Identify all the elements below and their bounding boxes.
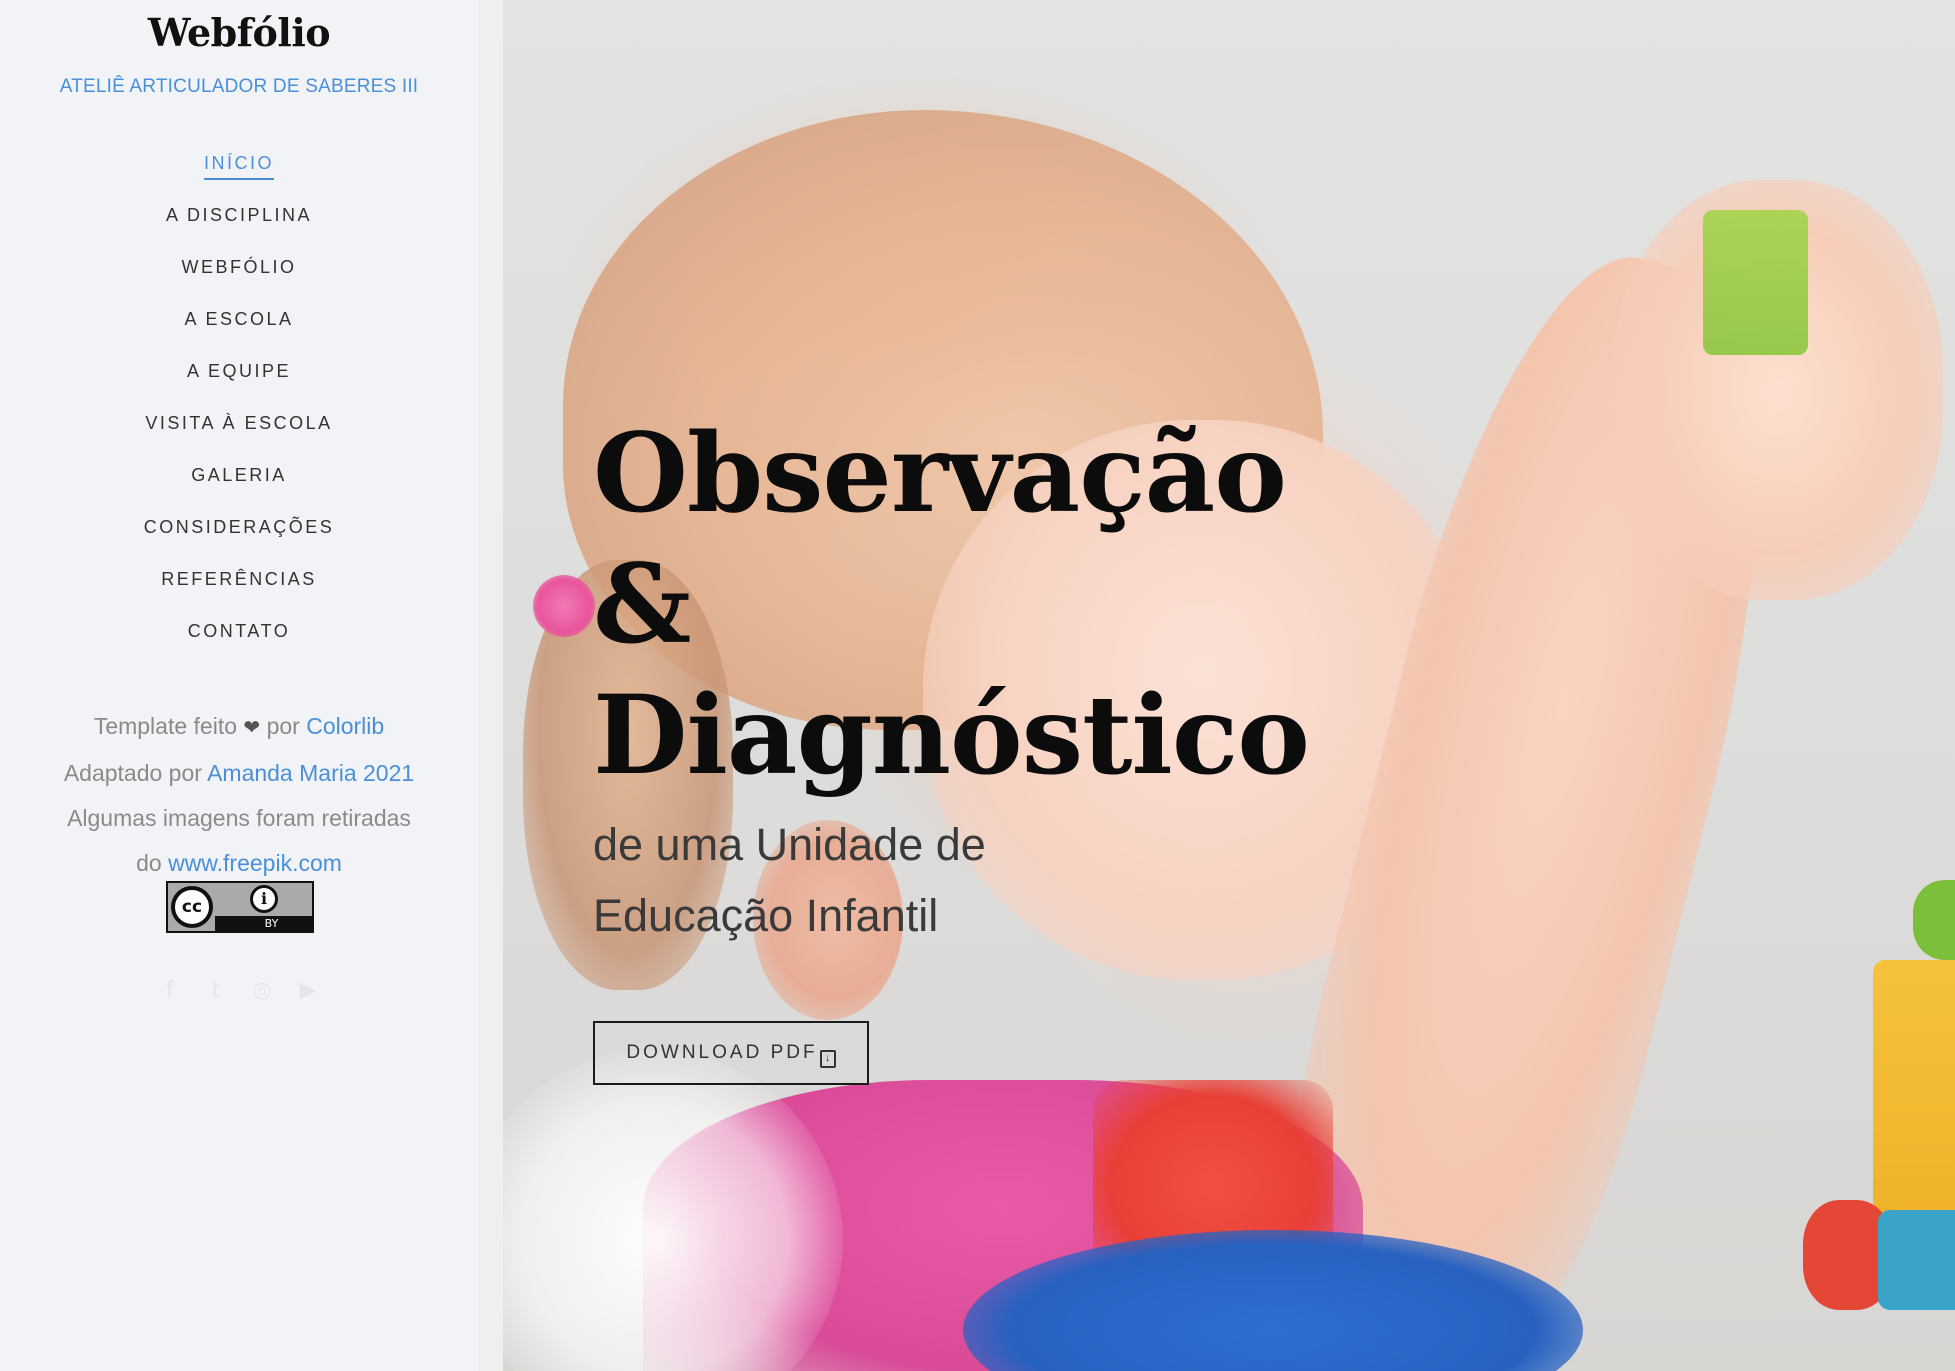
- hero-title-line1: Observação: [593, 409, 1287, 537]
- author-link[interactable]: Amanda Maria 2021: [207, 760, 414, 786]
- credits-images-text: Algumas imagens foram retiradas: [67, 805, 411, 831]
- nav-item-label[interactable]: REFERÊNCIAS: [161, 561, 317, 597]
- youtube-icon[interactable]: ▶: [295, 978, 321, 1004]
- nav-item-a-equipe[interactable]: A EQUIPE: [0, 353, 478, 405]
- download-file-icon: ↓: [819, 1050, 836, 1068]
- hero-photo-scrunchie: [533, 575, 595, 637]
- hero-title: Observação & Diagnóstico: [593, 408, 1393, 801]
- hero-subtitle-line1: de uma Unidade de: [593, 819, 986, 870]
- credits-template-line: Template feito ❤ por Colorlib: [0, 704, 478, 751]
- hero-text: Observação & Diagnóstico de uma Unidade …: [593, 408, 1393, 951]
- credits: Template feito ❤ por Colorlib Adaptado p…: [0, 704, 478, 886]
- hero-photo-yellow-block: [1873, 960, 1955, 1220]
- nav-item-inicio[interactable]: INÍCIO: [0, 145, 478, 197]
- hero-title-line3: Diagnóstico: [593, 671, 1310, 799]
- nav-item-label[interactable]: A DISCIPLINA: [166, 197, 312, 233]
- nav-item-galeria[interactable]: GALERIA: [0, 457, 478, 509]
- hero-subtitle: de uma Unidade de Educação Infantil: [593, 809, 1073, 951]
- hero-photo-teal-block: [1878, 1210, 1955, 1310]
- facebook-icon[interactable]: f: [157, 978, 183, 1004]
- nav-item-contato[interactable]: CONTATO: [0, 613, 478, 665]
- nav-item-a-escola[interactable]: A ESCOLA: [0, 301, 478, 353]
- cc-by-license-badge[interactable]: cc i BY: [166, 881, 314, 933]
- nav-item-label[interactable]: WEBFÓLIO: [181, 249, 296, 285]
- site-title[interactable]: Webfólio: [0, 10, 478, 55]
- instagram-icon[interactable]: ◎: [249, 978, 275, 1004]
- nav-item-label[interactable]: A ESCOLA: [184, 301, 293, 337]
- site-subtitle: ATELIÊ ARTICULADOR DE SABERES III: [59, 76, 419, 97]
- credits-adapted-line: Adaptado por Amanda Maria 2021: [0, 751, 478, 796]
- nav-item-label[interactable]: INÍCIO: [203, 148, 274, 180]
- nav-item-label[interactable]: CONTATO: [188, 613, 291, 649]
- nav-item-webfolio[interactable]: WEBFÓLIO: [0, 249, 478, 301]
- attribution-icon: i: [250, 885, 278, 913]
- credits-images-line: do www.freepik.com: [0, 841, 478, 886]
- credits-template-prefix: Template feito: [93, 713, 238, 739]
- hero-title-ampersand: &: [593, 540, 691, 668]
- creative-commons-icon: cc: [171, 886, 213, 928]
- nav-item-referencias[interactable]: REFERÊNCIAS: [0, 561, 478, 613]
- nav-item-label[interactable]: A EQUIPE: [187, 353, 291, 389]
- nav-item-label[interactable]: CONSIDERAÇÕES: [144, 509, 335, 545]
- nav-item-a-disciplina[interactable]: A DISCIPLINA: [0, 197, 478, 249]
- download-pdf-button[interactable]: DOWNLOAD PDF ↓: [593, 1021, 869, 1085]
- by-label: BY: [215, 916, 312, 931]
- credits-adapted-prefix: Adaptado por: [63, 760, 202, 786]
- social-links: f t ◎ ▶: [0, 978, 478, 1004]
- sidebar: Webfólio ATELIÊ ARTICULADOR DE SABERES I…: [0, 0, 478, 1371]
- credits-images-prefix: do: [136, 850, 162, 876]
- hero-photo-green-block: [1703, 210, 1808, 355]
- heart-icon: ❤: [243, 717, 261, 739]
- nav-item-consideracoes[interactable]: CONSIDERAÇÕES: [0, 509, 478, 561]
- nav-item-label[interactable]: GALERIA: [191, 457, 287, 493]
- twitter-icon[interactable]: t: [203, 978, 229, 1004]
- main-nav: INÍCIO A DISCIPLINA WEBFÓLIO A ESCOLA A …: [0, 145, 478, 665]
- nav-item-visita-a-escola[interactable]: VISITA À ESCOLA: [0, 405, 478, 457]
- sidebar-divider: [478, 0, 503, 1371]
- credits-template-by: por: [266, 713, 300, 739]
- hero-subtitle-line2: Educação Infantil: [593, 890, 939, 941]
- colorlib-link[interactable]: Colorlib: [306, 713, 384, 739]
- nav-item-label[interactable]: VISITA À ESCOLA: [145, 405, 332, 441]
- freepik-link[interactable]: www.freepik.com: [168, 850, 342, 876]
- hero-photo-green-block-small: [1913, 880, 1955, 960]
- download-pdf-label: DOWNLOAD PDF: [626, 1042, 818, 1063]
